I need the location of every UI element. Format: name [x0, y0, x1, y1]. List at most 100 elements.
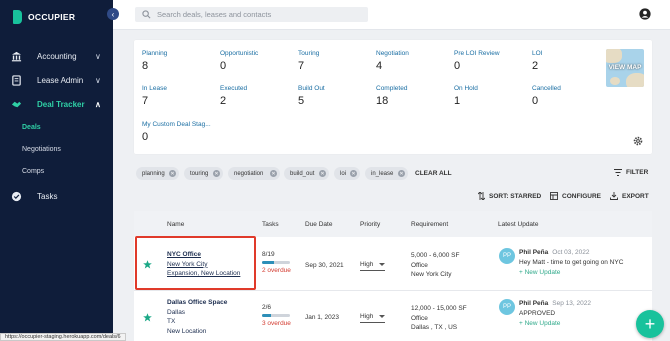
sidebar-item-lease-admin[interactable]: Lease Admin ∨	[0, 71, 113, 89]
sort-button[interactable]: SORT: STARRED	[478, 192, 541, 200]
chevron-down-icon: ∨	[95, 51, 101, 61]
column-header-requirement[interactable]: Requirement	[411, 221, 448, 228]
filter-icon	[614, 169, 622, 176]
tasks-progress-bar	[262, 261, 290, 264]
filter-chip-planning[interactable]: planning ✕	[136, 167, 179, 180]
add-deal-button[interactable]: +	[636, 310, 664, 338]
stat-on-hold[interactable]: On Hold 1	[454, 85, 478, 107]
new-update-link[interactable]: + New Update	[519, 268, 623, 278]
remove-filter-icon[interactable]: ✕	[270, 170, 277, 177]
due-date: Jan 1, 2023	[305, 314, 339, 321]
sidebar-item-deal-tracker[interactable]: Deal Tracker ∧	[0, 95, 113, 113]
filter-chip-build-out[interactable]: build_out ✕	[284, 167, 329, 180]
star-icon[interactable]	[143, 313, 152, 322]
view-map-button[interactable]: VIEW MAP	[606, 49, 644, 87]
collapse-sidebar-button[interactable]: ‹	[107, 8, 119, 20]
remove-filter-icon[interactable]: ✕	[169, 170, 176, 177]
view-map-label: VIEW MAP	[608, 64, 642, 71]
bank-icon	[11, 51, 22, 62]
priority-select[interactable]: High	[360, 261, 385, 271]
table-header: Name Tasks Due Date Priority Requirement…	[134, 211, 652, 237]
column-header-due-date[interactable]: Due Date	[305, 221, 332, 228]
clear-all-filters-button[interactable]: CLEAR ALL	[415, 170, 452, 177]
search-input[interactable]	[157, 10, 357, 19]
tasks-progress-bar	[262, 314, 290, 317]
logo-mark-icon	[13, 10, 22, 24]
sidebar: OCCUPIER Accounting ∨ Lease Admin ∨ Deal…	[0, 0, 113, 341]
configure-button[interactable]: CONFIGURE	[550, 192, 601, 200]
highlight-box	[135, 236, 256, 290]
deal-stage-summary: Planning 8 Opportunistic 0 Touring 7 Negoti…	[134, 40, 652, 154]
sidebar-subitem-comps[interactable]: Comps	[22, 168, 44, 175]
filter-chip-touring[interactable]: touring ✕	[184, 167, 223, 180]
top-bar	[113, 0, 670, 30]
stat-planning[interactable]: Planning 8	[142, 50, 167, 72]
tasks-progress[interactable]: 8/19 2 overdue	[262, 251, 291, 274]
caret-down-icon	[379, 263, 385, 266]
remove-filter-icon[interactable]: ✕	[319, 170, 326, 177]
handshake-icon	[11, 99, 22, 110]
sidebar-item-tasks[interactable]: Tasks	[0, 187, 113, 205]
caret-down-icon	[379, 315, 385, 318]
filter-chip-loi[interactable]: loi ✕	[334, 167, 360, 180]
download-icon	[610, 192, 618, 200]
latest-update: Phil Peña Oct 03, 2022 Hey Matt - time to…	[519, 249, 624, 278]
stat-touring[interactable]: Touring 7	[298, 50, 319, 72]
stat-pre-loi-review[interactable]: Pre LOI Review 0	[454, 50, 500, 72]
remove-filter-icon[interactable]: ✕	[350, 170, 357, 177]
stat-cancelled[interactable]: Cancelled 0	[532, 85, 561, 107]
document-icon	[11, 74, 22, 86]
gear-icon[interactable]	[633, 136, 643, 146]
remove-filter-icon[interactable]: ✕	[398, 170, 405, 177]
link-status-bar: https://occupier-staging.herokuapp.com/d…	[0, 333, 126, 341]
search-box[interactable]	[135, 7, 368, 22]
stat-executed[interactable]: Executed 2	[220, 85, 247, 107]
table-row[interactable]: Dallas Office Space Dallas TX New Locati…	[134, 292, 652, 341]
export-button[interactable]: EXPORT	[610, 192, 649, 200]
stat-completed[interactable]: Completed 18	[376, 85, 407, 107]
requirement: 12,000 - 15,000 SF Office Dallas , TX , …	[411, 305, 467, 331]
sidebar-item-label: Accounting	[37, 51, 77, 61]
avatar: PP	[499, 248, 515, 264]
stat-loi[interactable]: LOI 2	[532, 50, 542, 72]
sidebar-item-accounting[interactable]: Accounting ∨	[0, 47, 113, 65]
account-icon[interactable]	[639, 8, 651, 20]
new-update-link[interactable]: + New Update	[519, 319, 591, 329]
filter-chip-in-lease[interactable]: in_lease ✕	[365, 167, 408, 180]
stat-custom-stage[interactable]: My Custom Deal Stag... 0	[142, 121, 211, 143]
latest-update: Phil Peña Sep 13, 2022 APPROVED + New Upd…	[519, 300, 591, 329]
deal-name-link[interactable]: Dallas Office Space Dallas TX New Locati…	[167, 298, 227, 336]
tasks-progress[interactable]: 2/6 3 overdue	[262, 304, 291, 327]
app-logo[interactable]: OCCUPIER	[13, 10, 75, 24]
app-name: OCCUPIER	[28, 12, 76, 22]
column-header-priority[interactable]: Priority	[360, 221, 380, 228]
requirement: 5,000 - 6,000 SF Office New York City	[411, 252, 460, 278]
table-icon	[550, 192, 558, 200]
column-header-name[interactable]: Name	[167, 221, 184, 228]
sidebar-subitem-negotiations[interactable]: Negotiations	[22, 146, 61, 153]
filter-button[interactable]: FILTER	[614, 169, 648, 176]
remove-filter-icon[interactable]: ✕	[213, 170, 220, 177]
filter-chip-negotiation[interactable]: negotiation ✕	[228, 167, 280, 180]
avatar: PP	[499, 299, 515, 315]
due-date: Sep 30, 2021	[305, 262, 344, 269]
column-header-latest-update[interactable]: Latest Update	[498, 221, 538, 228]
chevron-down-icon: ∨	[95, 75, 101, 85]
stat-build-out[interactable]: Build Out 5	[298, 85, 325, 107]
search-icon	[142, 10, 151, 19]
chevron-up-icon: ∧	[95, 99, 101, 109]
sort-icon	[478, 192, 485, 200]
sidebar-subitem-deals[interactable]: Deals	[22, 124, 41, 131]
check-circle-icon	[11, 191, 22, 202]
stat-negotiation[interactable]: Negotiation 4	[376, 50, 409, 72]
priority-select[interactable]: High	[360, 313, 385, 323]
tasks-progress-fill	[262, 261, 274, 264]
stat-in-lease[interactable]: In Lease 7	[142, 85, 167, 107]
plus-icon: +	[644, 313, 656, 334]
column-header-tasks[interactable]: Tasks	[262, 221, 279, 228]
tasks-progress-fill	[262, 314, 272, 317]
sidebar-item-label: Deal Tracker	[37, 99, 85, 109]
stat-opportunistic[interactable]: Opportunistic 0	[220, 50, 258, 72]
sidebar-item-label: Tasks	[37, 191, 58, 201]
sidebar-item-label: Lease Admin	[37, 75, 84, 85]
